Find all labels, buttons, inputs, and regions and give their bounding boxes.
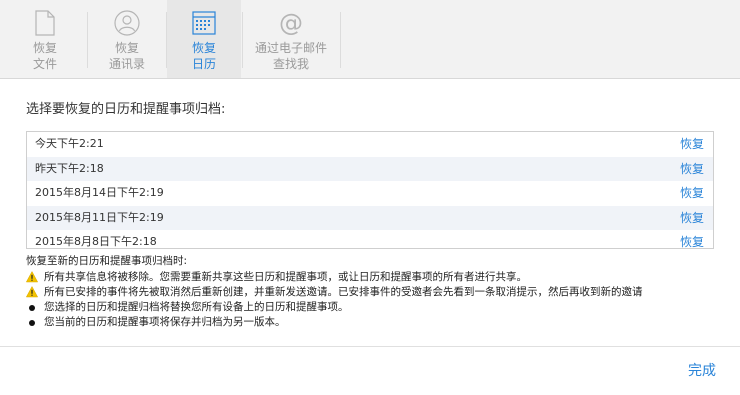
tab-label-line2: 文件 — [32, 57, 57, 71]
list-item: 今天下午2:21 恢复 — [27, 132, 713, 157]
tab-restore-contacts[interactable]: 恢复 通讯录 — [88, 0, 166, 78]
note-text: 所有共享信息将被移除。您需要重新共享这些日历和提醒事项，或让日历和提醒事项的所有… — [44, 271, 527, 283]
archive-date: 2015年8月8日下午2:18 — [35, 235, 157, 248]
restore-link[interactable]: 恢复 — [680, 132, 704, 157]
bullet-icon — [29, 305, 35, 311]
tab-restore-files[interactable]: 恢复 文件 — [5, 0, 85, 78]
warning-icon — [26, 271, 38, 283]
calendar-icon — [192, 11, 216, 35]
tab-find-by-email[interactable]: @ 通过电子邮件 查找我 — [243, 0, 339, 78]
note-item: 所有已安排的事件将先被取消然后重新创建，并重新发送邀请。已安排事件的受邀者会先看… — [26, 285, 643, 300]
restore-link[interactable]: 恢复 — [680, 206, 704, 231]
list-item: 2015年8月11日下午2:19 恢复 — [27, 205, 713, 231]
note-text: 您当前的日历和提醒事项将保存并归档为另一版本。 — [44, 316, 286, 328]
tab-label-line2: 通讯录 — [108, 57, 145, 71]
archive-date: 昨天下午2:18 — [35, 161, 104, 175]
note-text: 所有已安排的事件将先被取消然后重新创建，并重新发送邀请。已安排事件的受邀者会先看… — [44, 286, 643, 298]
archive-date: 今天下午2:21 — [35, 137, 104, 150]
tab-label-line2: 日历 — [191, 57, 216, 71]
archive-list[interactable]: 今天下午2:21 恢复 昨天下午2:18 恢复 2015年8月14日下午2:19… — [26, 131, 714, 249]
tab-label-line1: 恢复 — [114, 41, 139, 55]
note-item: 所有共享信息将被移除。您需要重新共享这些日历和提醒事项，或让日历和提醒事项的所有… — [26, 270, 643, 285]
notes-section: 恢复至新的日历和提醒事项归档时: 所有共享信息将被移除。您需要重新共享这些日历和… — [26, 254, 643, 330]
restore-link[interactable]: 恢复 — [680, 181, 704, 206]
page-title: 选择要恢复的日历和提醒事项归档: — [26, 102, 226, 117]
list-item: 2015年8月14日下午2:19 恢复 — [27, 181, 713, 206]
tab-label-line2: 查找我 — [272, 57, 309, 71]
list-item: 昨天下午2:18 恢复 — [27, 156, 713, 182]
note-item: 您选择的日历和提醒归档将替换您所有设备上的日历和提醒事项。 — [26, 300, 643, 315]
contact-icon — [114, 10, 140, 36]
document-icon — [35, 10, 55, 36]
archive-date: 2015年8月11日下午2:19 — [35, 210, 164, 224]
note-item: 您当前的日历和提醒事项将保存并归档为另一版本。 — [26, 315, 643, 330]
footer-divider — [0, 346, 740, 347]
tab-label-line1: 恢复 — [191, 41, 216, 55]
warning-icon — [26, 286, 38, 298]
list-item: 2015年8月8日下午2:18 恢复 — [27, 230, 713, 248]
note-text: 您选择的日历和提醒归档将替换您所有设备上的日历和提醒事项。 — [44, 301, 349, 313]
tab-restore-calendar[interactable]: 恢复 日历 — [167, 0, 241, 78]
archive-date: 2015年8月14日下午2:19 — [35, 186, 164, 199]
at-sign-icon: @ — [279, 10, 303, 36]
toolbar: 恢复 文件 恢复 通讯录 恢复 日历 @ 通过电子邮件 查找我 — [0, 0, 740, 79]
tab-label-line1: 通过电子邮件 — [254, 41, 327, 55]
done-button[interactable]: 完成 — [688, 360, 716, 380]
svg-text:@: @ — [279, 10, 303, 36]
notes-heading: 恢复至新的日历和提醒事项归档时: — [26, 255, 188, 267]
bullet-icon — [29, 320, 35, 326]
tab-label-line1: 恢复 — [32, 41, 57, 55]
restore-link[interactable]: 恢复 — [680, 157, 704, 182]
divider — [340, 12, 341, 68]
restore-link[interactable]: 恢复 — [680, 230, 704, 248]
